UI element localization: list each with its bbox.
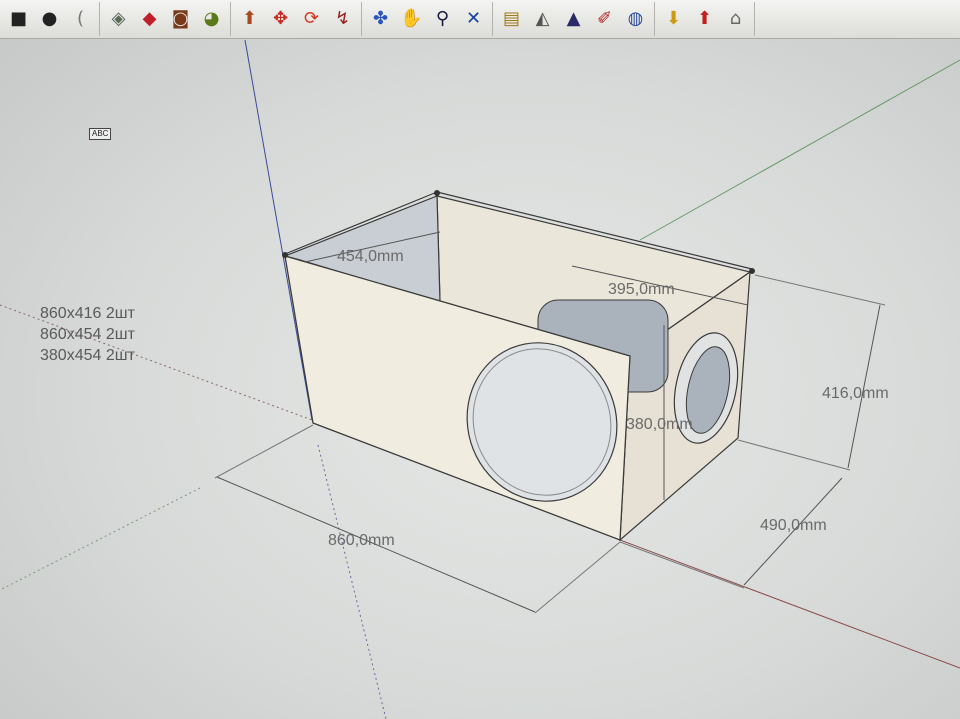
zoom-extents-button[interactable]: ✕ — [460, 5, 487, 33]
dimension-depth: 490,0mm — [760, 517, 827, 534]
dim-ext-length-right — [534, 541, 621, 614]
zoom-extents-icon: ✕ — [465, 8, 482, 29]
walk-tool-icon: ✐ — [596, 8, 613, 29]
push-pull-button[interactable]: ⬆ — [236, 5, 263, 33]
paint-bucket-button[interactable]: ◕ — [198, 5, 225, 33]
zoom-magnifier-button[interactable]: ⚲ — [429, 5, 456, 33]
dim-ext-height-bottom — [737, 439, 851, 471]
dim-ext-depth — [619, 541, 745, 589]
rotate-tool-button[interactable]: ⟳ — [298, 5, 325, 33]
dim-ext-length-left — [214, 424, 314, 479]
look-around-button[interactable]: ▲ — [560, 5, 587, 33]
components-3d-icon: ⌂ — [729, 8, 742, 29]
paint-bucket-icon: ◕ — [203, 8, 220, 29]
circle-tool-button[interactable]: ● — [36, 5, 63, 33]
eraser-tool-button[interactable]: ◆ — [136, 5, 163, 33]
drawing-viewport[interactable]: ABC 860x416 2шт 860x454 2шт 380x454 2шт … — [0, 38, 960, 719]
blue-axis-dotted — [317, 444, 387, 719]
arc-tool-icon: ( — [76, 8, 85, 29]
pan-hand-button[interactable]: ✋ — [398, 5, 425, 33]
green-axis-line — [639, 59, 960, 241]
share-model-icon: ⬆ — [696, 8, 713, 29]
offset-tool-icon: ◈ — [111, 8, 126, 29]
square-tool-icon: ■ — [9, 8, 27, 29]
rotate-tool-icon: ⟳ — [303, 8, 320, 29]
vertex-marker — [749, 268, 755, 274]
main-toolbar: ■ ● ( ◈ ◆ ◙ ◕ ⬆ ✥ ⟳ ↯ ✤ ✋ ⚲ ✕ ▤ ◭ ▲ ✐ ◍ ⬇ ⬆ ⌂ — [0, 0, 960, 39]
dim-ext-height-top — [754, 274, 886, 306]
dimension-height: 416,0mm — [822, 385, 889, 402]
get-models-button[interactable]: ⬇ — [660, 5, 687, 33]
vertex-marker — [282, 252, 288, 258]
vertex-marker — [434, 190, 440, 196]
components-3d-button[interactable]: ⌂ — [722, 5, 749, 33]
blue-axis-line — [244, 39, 313, 421]
toolbar-group: ◈ ◆ ◙ ◕ — [100, 2, 231, 36]
push-pull-icon: ⬆ — [241, 8, 258, 29]
dimension-inner-depth: 454,0mm — [337, 248, 404, 265]
eraser-tool-icon: ◆ — [142, 8, 157, 29]
parts-note-line: 860x416 2шт — [40, 305, 135, 322]
parts-note-line: 860x454 2шт — [40, 326, 135, 343]
dimension-inner-length: 395,0mm — [608, 281, 675, 298]
square-tool-button[interactable]: ■ — [5, 5, 32, 33]
toolbar-group: ✤ ✋ ⚲ ✕ — [362, 2, 493, 36]
globe-icon: ◍ — [627, 8, 644, 29]
follow-me-button[interactable]: ↯ — [329, 5, 356, 33]
share-model-button[interactable]: ⬆ — [691, 5, 718, 33]
model-info-button[interactable]: ▤ — [498, 5, 525, 33]
pan-hand-icon: ✋ — [400, 8, 423, 29]
text-tool-tag: ABC — [89, 128, 112, 140]
toolbar-group: ■ ● ( — [0, 2, 100, 36]
tape-measure-button[interactable]: ◙ — [167, 5, 194, 33]
parts-note-line: 380x454 2шт — [40, 347, 135, 364]
parts-list-note: 860x416 2шт 860x454 2шт 380x454 2шт — [40, 303, 135, 366]
look-around-icon: ▲ — [566, 8, 581, 29]
position-camera-button[interactable]: ◭ — [529, 5, 556, 33]
orbit-tool-button[interactable]: ✤ — [367, 5, 394, 33]
toolbar-group: ▤ ◭ ▲ ✐ ◍ — [493, 2, 655, 36]
circle-tool-icon: ● — [41, 8, 58, 29]
zoom-magnifier-icon: ⚲ — [435, 8, 450, 29]
follow-me-icon: ↯ — [334, 8, 351, 29]
green-axis-dotted — [0, 487, 201, 591]
move-tool-icon: ✥ — [272, 8, 289, 29]
orbit-tool-icon: ✤ — [372, 8, 389, 29]
model-info-icon: ▤ — [502, 8, 520, 29]
position-camera-icon: ◭ — [535, 8, 550, 29]
red-axis-line — [619, 539, 960, 669]
globe-button[interactable]: ◍ — [622, 5, 649, 33]
tape-measure-icon: ◙ — [171, 8, 190, 29]
toolbar-group: ⬇ ⬆ ⌂ — [655, 2, 755, 36]
model-scene[interactable] — [0, 38, 960, 719]
dimension-length: 860,0mm — [328, 532, 395, 549]
get-models-icon: ⬇ — [665, 8, 682, 29]
offset-tool-button[interactable]: ◈ — [105, 5, 132, 33]
move-tool-button[interactable]: ✥ — [267, 5, 294, 33]
dimension-panel-width: 380,0mm — [626, 416, 693, 433]
walk-tool-button[interactable]: ✐ — [591, 5, 618, 33]
arc-tool-button[interactable]: ( — [67, 5, 94, 33]
toolbar-group: ⬆ ✥ ⟳ ↯ — [231, 2, 362, 36]
